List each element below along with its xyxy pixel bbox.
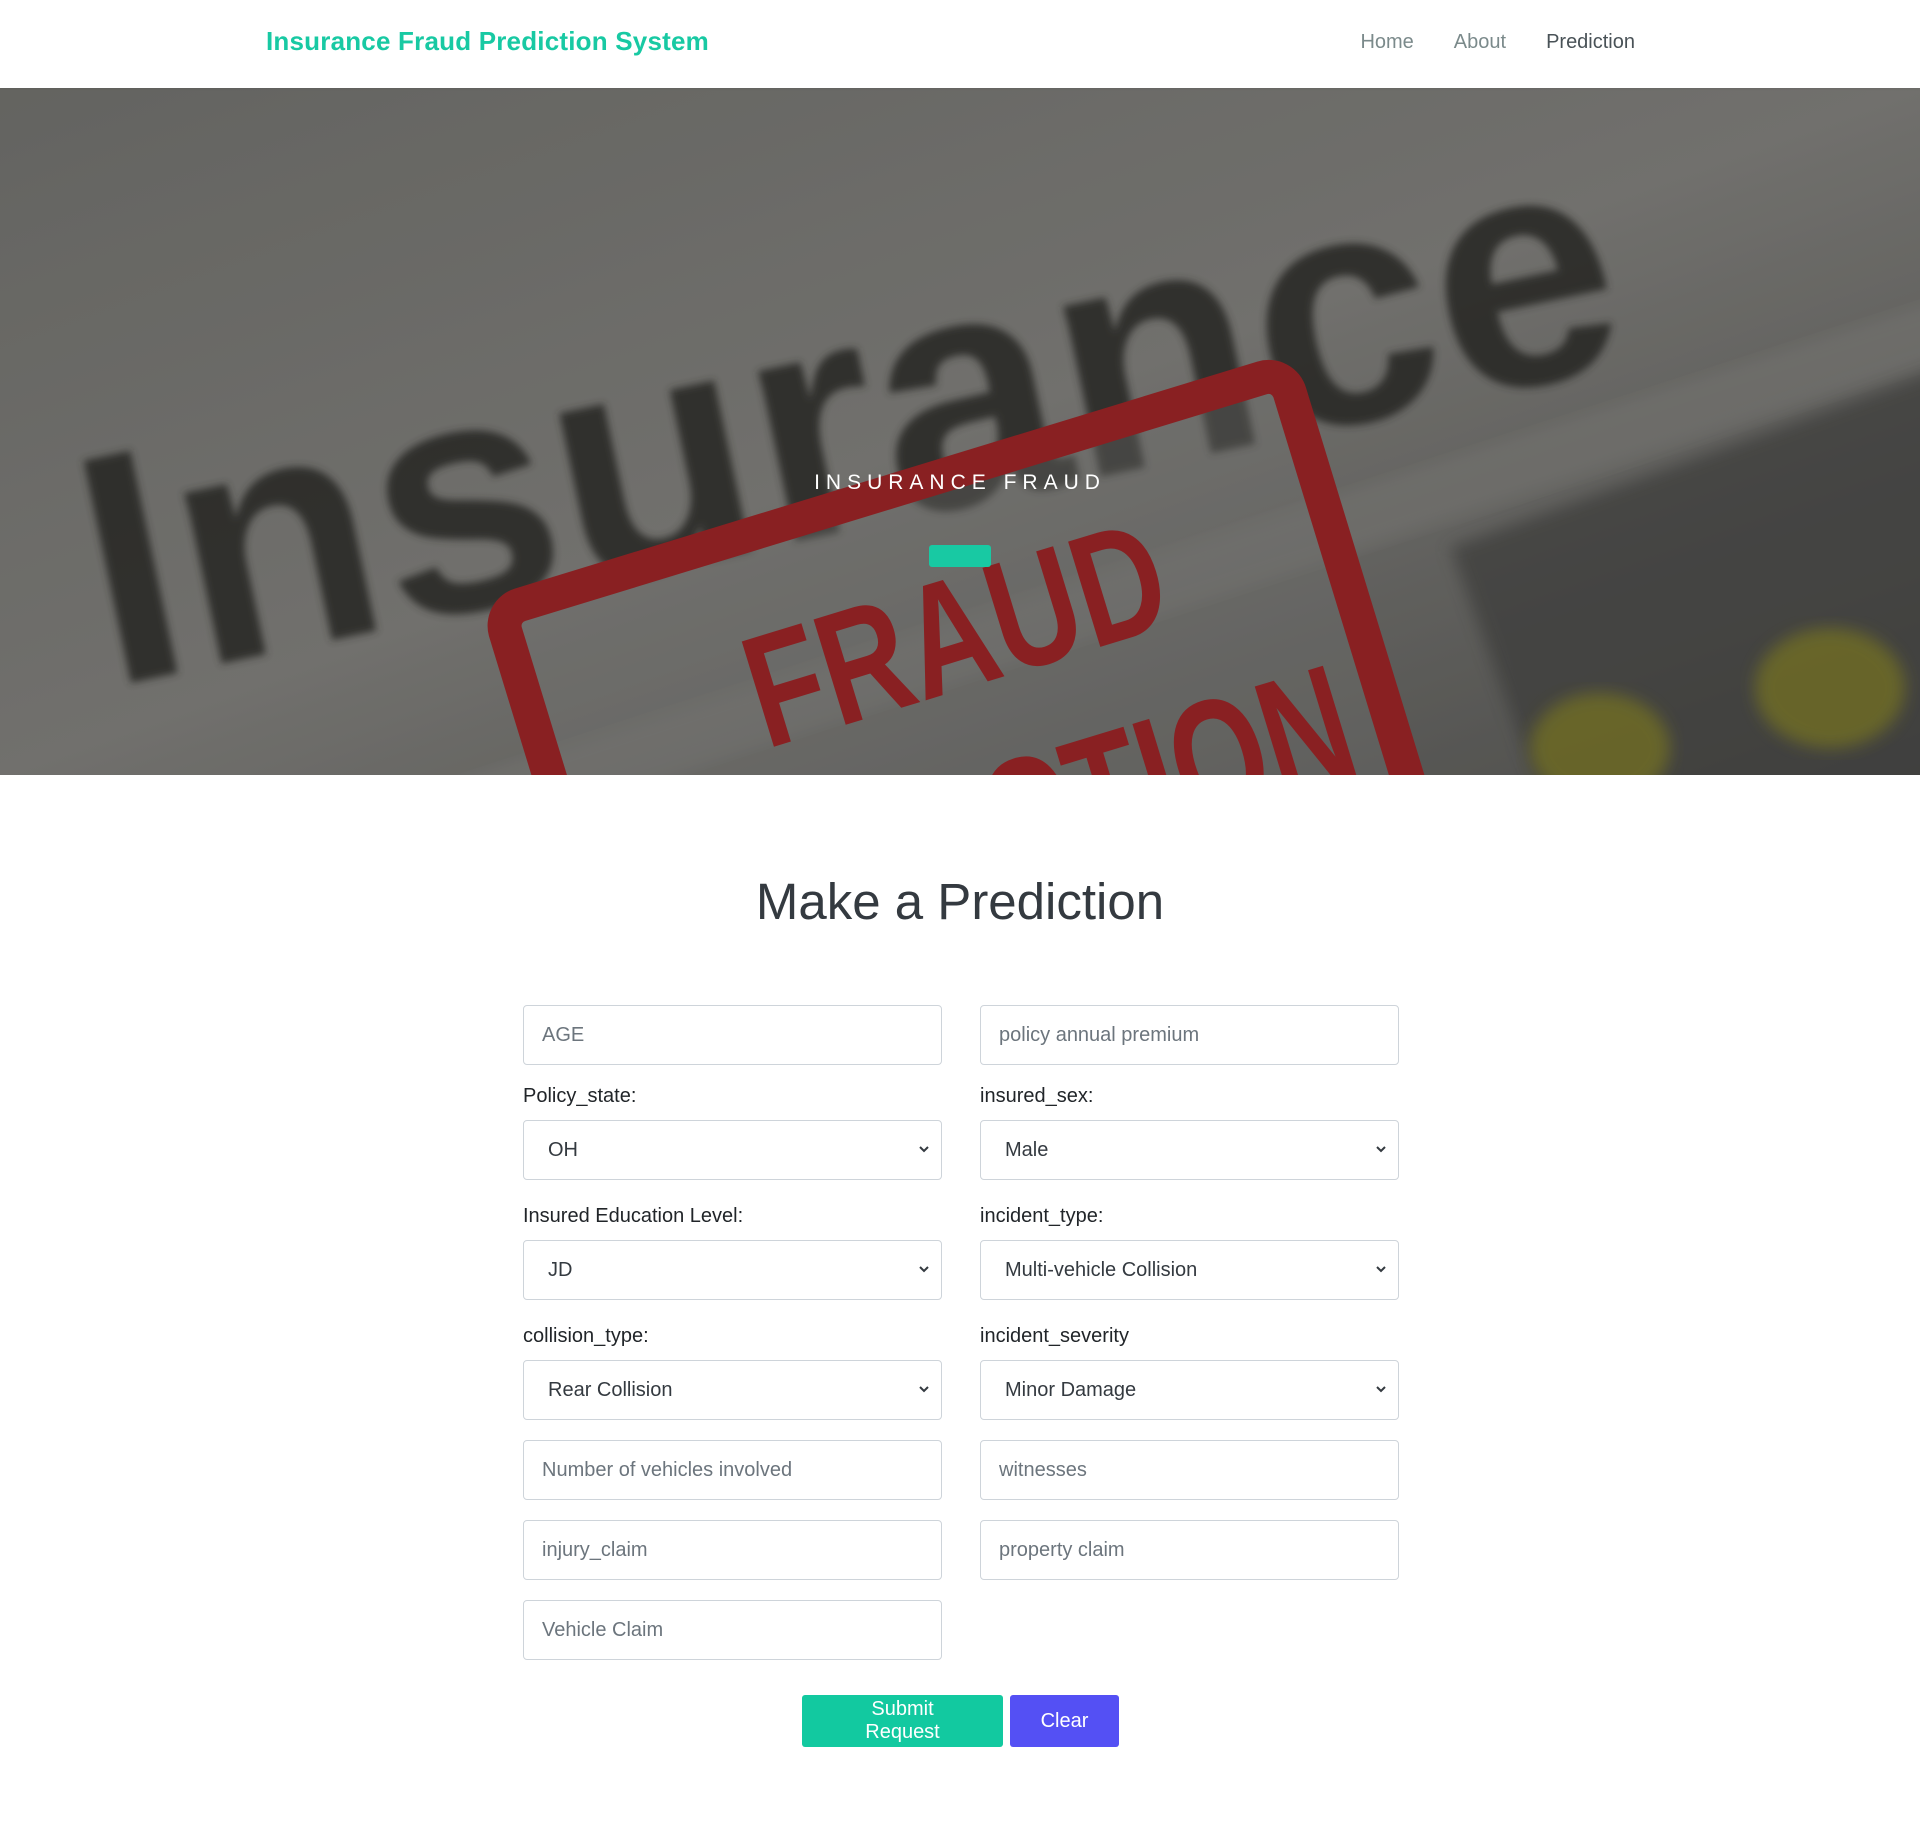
nav-link-about[interactable]: About [1454, 31, 1506, 54]
policy-state-select[interactable]: OH [523, 1120, 942, 1180]
policy-state-value: OH [548, 1139, 578, 1161]
navbar: Insurance Fraud Prediction System Home A… [0, 0, 1920, 88]
policy-state-label: Policy_state: [523, 1085, 637, 1107]
insured-sex-select[interactable]: Male [980, 1120, 1399, 1180]
brand-link[interactable]: Insurance Fraud Prediction System [266, 26, 709, 57]
insured-sex-label: insured_sex: [980, 1085, 1094, 1107]
education-select[interactable]: JD [523, 1240, 942, 1300]
submit-request-button[interactable]: Submit Request [802, 1695, 1003, 1747]
chevron-down-icon [1376, 1146, 1386, 1153]
age-input[interactable] [523, 1005, 942, 1065]
nav-link-prediction[interactable]: Prediction [1546, 31, 1635, 54]
policy-premium-input[interactable] [980, 1005, 1399, 1065]
collision-type-label: collision_type: [523, 1325, 649, 1347]
witnesses-input[interactable] [980, 1440, 1399, 1500]
chevron-down-icon [919, 1146, 929, 1153]
chevron-down-icon [919, 1386, 929, 1393]
incident-severity-value: Minor Damage [1005, 1379, 1137, 1401]
vehicle-claim-input[interactable] [523, 1600, 942, 1660]
nav-link-home[interactable]: Home [1360, 31, 1413, 54]
collision-type-value: Rear Collision [548, 1379, 673, 1401]
injury-claim-input[interactable] [523, 1520, 942, 1580]
section-title: Make a Prediction [755, 873, 1165, 930]
incident-type-select[interactable]: Multi-vehicle Collision [980, 1240, 1399, 1300]
hero-image: Insurance FRAUD DETECTION [0, 88, 1920, 775]
form-actions: Submit Request Clear [802, 1695, 1119, 1747]
clear-button[interactable]: Clear [1010, 1695, 1119, 1747]
insured-sex-value: Male [1005, 1139, 1049, 1161]
incident-severity-label: incident_severity [980, 1325, 1129, 1347]
chevron-down-icon [919, 1266, 929, 1273]
nav-links: Home About Prediction [1360, 31, 1635, 54]
chevron-down-icon [1376, 1386, 1386, 1393]
hero-accent-bar [929, 545, 991, 567]
incident-type-value: Multi-vehicle Collision [1005, 1259, 1198, 1281]
incident-severity-select[interactable]: Minor Damage [980, 1360, 1399, 1420]
chevron-down-icon [1376, 1266, 1386, 1273]
hero-title: INSURANCE FRAUD [814, 471, 1106, 494]
hero-banner: Insurance FRAUD DETECTION INSURANCE FRAU… [0, 88, 1920, 775]
vehicles-involved-input[interactable] [523, 1440, 942, 1500]
education-value: JD [548, 1259, 573, 1281]
collision-type-select[interactable]: Rear Collision [523, 1360, 942, 1420]
property-claim-input[interactable] [980, 1520, 1399, 1580]
education-label: Insured Education Level: [523, 1205, 744, 1227]
incident-type-label: incident_type: [980, 1205, 1104, 1227]
prediction-form: Policy_state: OH insured_sex: Male Insur… [523, 1005, 1399, 1660]
